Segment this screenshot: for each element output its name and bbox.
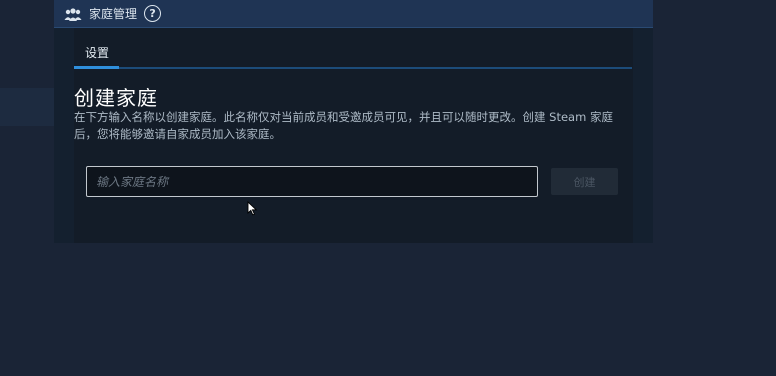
family-name-input[interactable] <box>87 167 537 196</box>
create-family-button[interactable]: 创建 <box>551 168 618 195</box>
page-description: 在下方输入名称以创建家庭。此名称仅对当前成员和受邀成员可见，并且可以随时更改。创… <box>74 110 613 141</box>
help-icon[interactable]: ? <box>144 5 162 22</box>
tab-settings[interactable]: 设置 <box>74 40 120 66</box>
tab-divider <box>119 67 632 69</box>
tab-bar: 设置 <box>74 40 632 70</box>
panel-title: 家庭管理 <box>89 7 138 21</box>
panel-header: 家庭管理 ? <box>54 0 653 28</box>
settings-content: 设置 创建家庭 在下方输入名称以创建家庭。此名称仅对当前成员和受邀成员可见，并且… <box>74 28 633 243</box>
active-tab-indicator <box>74 66 119 69</box>
page-title: 创建家庭 <box>74 86 158 110</box>
family-name-field[interactable] <box>86 166 538 197</box>
family-management-panel: 家庭管理 ? 设置 创建家庭 在下方输入名称以创建家庭。此名称仅对当前成员和受邀… <box>54 0 653 243</box>
background-strip <box>0 88 54 126</box>
family-icon <box>64 7 82 21</box>
mouse-cursor-icon <box>247 200 258 216</box>
